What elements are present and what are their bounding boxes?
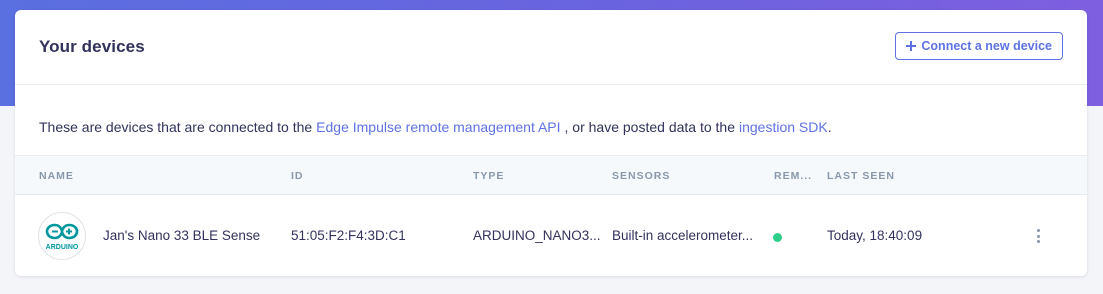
devices-card: Your devices Connect a new device These … (15, 10, 1087, 276)
card-header: Your devices Connect a new device (15, 10, 1087, 85)
plus-icon (906, 41, 917, 51)
column-header-last-seen[interactable]: LAST SEEN (827, 170, 895, 182)
column-header-sensors[interactable]: SENSORS (612, 170, 670, 182)
devices-table-header: NAME ID TYPE SENSORS REM... LAST SEEN (15, 155, 1087, 195)
connect-device-button[interactable]: Connect a new device (895, 32, 1063, 60)
more-options-icon[interactable] (1032, 229, 1044, 243)
infinity-shape (45, 223, 79, 240)
column-header-remote-management[interactable]: REM... (774, 170, 812, 182)
minus-glyph (52, 230, 58, 233)
connect-device-label: Connect a new device (921, 39, 1052, 53)
device-id: 51:05:F2:F4:3D:C1 (291, 228, 406, 243)
device-last-seen: Today, 18:40:09 (827, 228, 923, 243)
arduino-logo-text: ARDUINO (46, 244, 79, 251)
kebab-dot (1036, 240, 1040, 243)
kebab-dot (1036, 234, 1040, 238)
column-header-id[interactable]: ID (291, 170, 304, 182)
remote-management-api-link[interactable]: Edge Impulse remote management API (316, 119, 560, 135)
arduino-logo-icon: ARDUINO (38, 212, 86, 260)
description-text-3: . (827, 119, 832, 135)
description-text-1: These are devices that are connected to … (39, 119, 313, 135)
device-name: Jan's Nano 33 BLE Sense (103, 228, 261, 243)
device-type: ARDUINO_NANO3... (473, 228, 601, 243)
plus-glyph-vertical (68, 228, 70, 235)
description-text-2: , or have posted data to the (564, 119, 735, 135)
page-title: Your devices (39, 37, 145, 56)
ingestion-sdk-link[interactable]: ingestion SDK (739, 119, 828, 135)
kebab-dot (1036, 229, 1040, 232)
arduino-logo-svg: ARDUINO (45, 223, 79, 251)
remote-status-indicator (773, 233, 782, 242)
device-sensors: Built-in accelerometer... (612, 228, 754, 243)
column-header-name[interactable]: NAME (39, 170, 74, 182)
table-row[interactable]: ARDUINO Jan's Nano 33 BLE Sense 51:05:F2… (15, 195, 1087, 275)
devices-description: These are devices that are connected to … (15, 85, 1087, 155)
column-header-type[interactable]: TYPE (473, 170, 504, 182)
